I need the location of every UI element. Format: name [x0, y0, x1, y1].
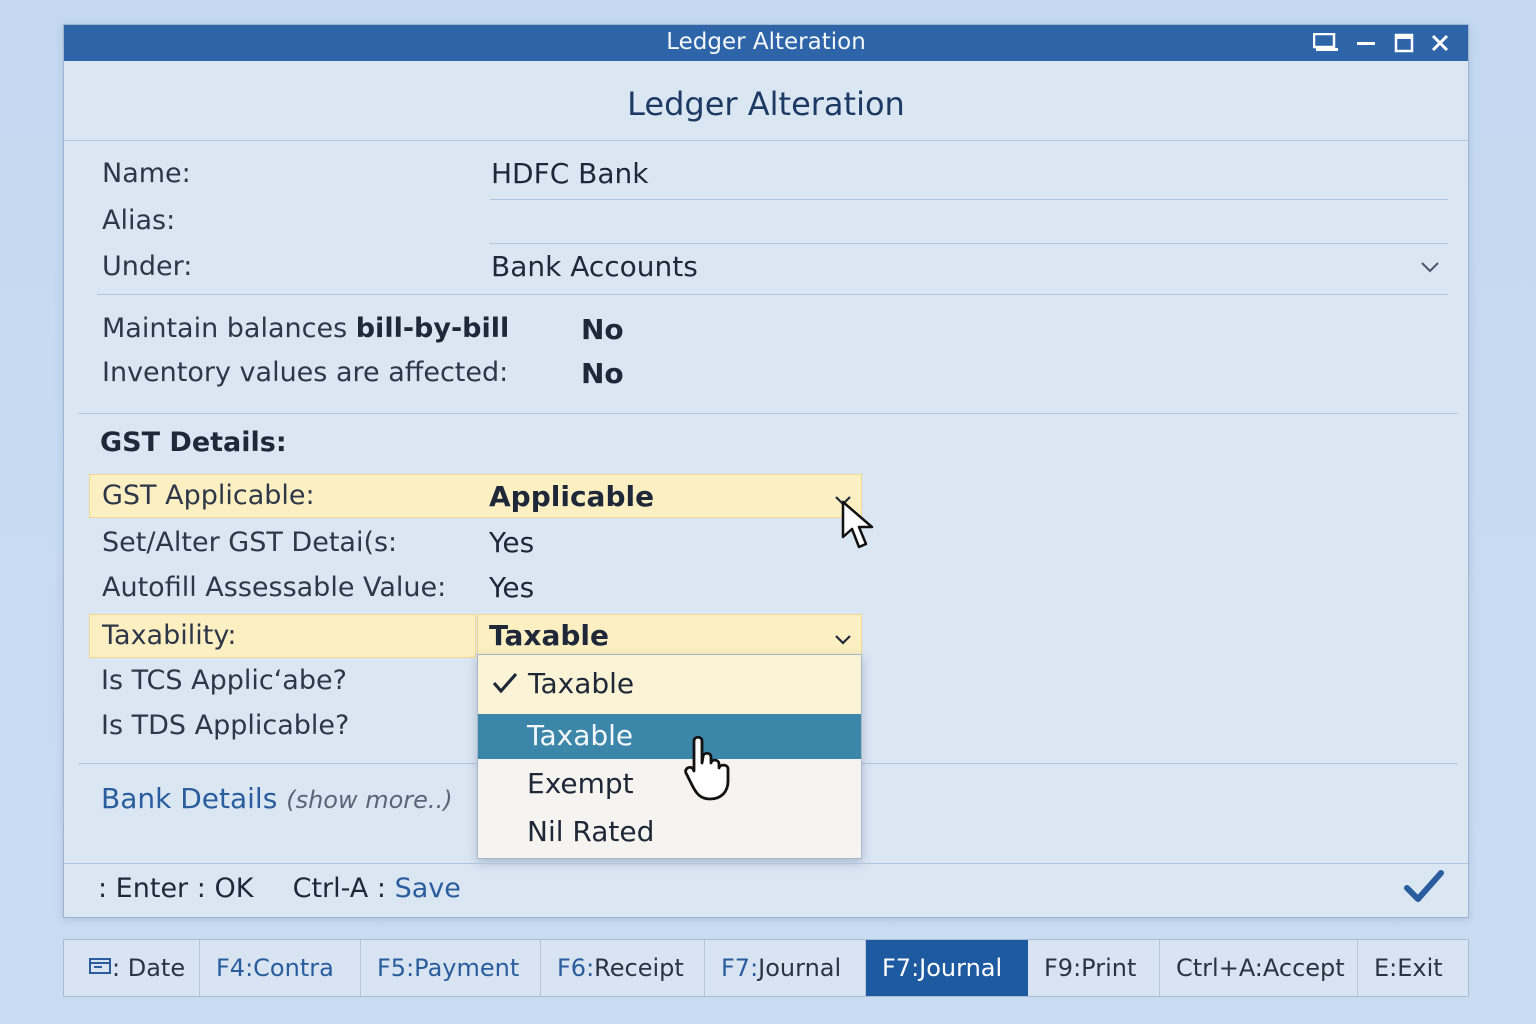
fkey-key: F4:: [216, 954, 254, 982]
checkmark-icon[interactable]: [1404, 870, 1444, 908]
fkey-key: F7:: [882, 954, 920, 982]
fkey-journal-active[interactable]: F7: Journal: [866, 940, 1028, 996]
save-button[interactable]: Save: [395, 873, 461, 904]
fkey-label: Journal: [758, 954, 842, 982]
close-icon[interactable]: [1422, 25, 1458, 61]
tcs-label: Is TCS Applic‘abe?: [101, 665, 347, 696]
fkey-label: Contra: [253, 954, 334, 982]
enter-key: : Enter: [98, 873, 189, 904]
show-more-link[interactable]: (show more..): [286, 786, 452, 814]
tds-label: Is TDS Applicable?: [101, 710, 350, 741]
alias-field[interactable]: [490, 243, 1448, 244]
footer-shortcuts: : Enter : OK Ctrl-A : Save: [98, 873, 461, 904]
taxability-dropdown: Taxable Taxable Exempt Nil Rated: [477, 654, 862, 859]
alias-label: Alias:: [102, 205, 176, 236]
fkey-label: Accept: [1262, 954, 1345, 982]
autofill-value[interactable]: Yes: [489, 571, 534, 604]
maintain-balances-label: Maintain balances bill-by-bill: [102, 313, 509, 344]
fkey-label: Payment: [414, 954, 520, 982]
fkey-key: E:: [1374, 954, 1398, 982]
fkey-exit[interactable]: E: Exit: [1358, 940, 1468, 996]
titlebar: Ledger Alteration: [64, 25, 1468, 61]
fkey-key: F6:: [557, 954, 595, 982]
restore-icon[interactable]: [1308, 25, 1344, 61]
ok-action[interactable]: OK: [214, 873, 253, 904]
option-label: Taxable: [527, 719, 634, 752]
page-title: Ledger Alteration: [64, 61, 1468, 141]
fkey-journal[interactable]: F7: Journal: [705, 940, 866, 996]
bank-details-label[interactable]: Bank Details: [101, 782, 277, 815]
save-key: Ctrl-A: [292, 873, 369, 904]
fkey-contra[interactable]: F4: Contra: [200, 940, 361, 996]
function-key-bar: : Date F4: Contra F5: Payment F6: Receip…: [63, 939, 1469, 997]
divider: [97, 294, 1448, 295]
under-select[interactable]: Bank Accounts: [491, 250, 698, 283]
maintain-balances-label-bold: bill-by-bill: [355, 313, 510, 344]
fkey-key: F5:: [377, 954, 415, 982]
maximize-icon[interactable]: [1386, 25, 1422, 61]
option-exempt[interactable]: Exempt: [478, 759, 861, 807]
taxability-label: Taxability:: [102, 620, 237, 651]
name-underline: [490, 199, 1448, 200]
calendar-icon: [88, 954, 112, 982]
fkey-receipt[interactable]: F6: Receipt: [541, 940, 705, 996]
ledger-alteration-window: Ledger Alteration Ledger Alteration Name…: [63, 24, 1469, 918]
option-taxable-checked[interactable]: Taxable: [478, 655, 861, 714]
fkey-accept[interactable]: Ctrl+A: Accept: [1160, 940, 1358, 996]
fkey-print[interactable]: F9: Print: [1028, 940, 1160, 996]
fkey-key: Ctrl+A:: [1176, 954, 1263, 982]
enter-sep: :: [196, 873, 206, 904]
maintain-balances-value[interactable]: No: [581, 313, 624, 346]
inventory-value[interactable]: No: [581, 357, 624, 390]
fkey-key: F9:: [1044, 954, 1082, 982]
hand-cursor-icon: [684, 733, 754, 807]
under-label: Under:: [102, 251, 193, 282]
minimize-icon[interactable]: [1348, 25, 1384, 61]
option-label: Nil Rated: [527, 815, 655, 848]
option-nil-rated[interactable]: Nil Rated: [478, 807, 861, 857]
arrow-cursor-icon: [840, 499, 886, 557]
save-sep: :: [376, 873, 386, 904]
gst-applicable-label: GST Applicable:: [102, 480, 315, 511]
maintain-balances-label-text: Maintain balances: [102, 313, 356, 344]
fkey-payment[interactable]: F5: Payment: [361, 940, 541, 996]
chevron-down-icon[interactable]: [834, 631, 852, 650]
set-alter-gst-value[interactable]: Yes: [489, 526, 534, 559]
window-title: Ledger Alteration: [666, 29, 866, 55]
checkmark-icon: [491, 669, 519, 702]
name-field[interactable]: HDFC Bank: [491, 157, 649, 190]
autofill-label: Autofill Assessable Value:: [102, 572, 447, 603]
gst-section-title: GST Details:: [100, 427, 287, 458]
bank-details-link[interactable]: Bank Details (show more..): [101, 782, 453, 815]
fkey-label: Journal: [919, 954, 1003, 982]
inventory-label: Inventory values are affected:: [102, 357, 509, 388]
chevron-down-icon[interactable]: [1420, 259, 1440, 278]
divider: [78, 413, 1458, 414]
option-label: Exempt: [527, 767, 634, 800]
gst-applicable-select[interactable]: Applicable: [489, 480, 654, 513]
taxability-value[interactable]: Taxable: [489, 619, 609, 652]
option-label: Taxable: [528, 667, 635, 700]
fkey-label: : Date: [112, 954, 186, 982]
set-alter-gst-label: Set/Alter GST Detai(s:: [102, 527, 398, 558]
fkey-label: Exit: [1397, 954, 1443, 982]
fkey-label: Print: [1081, 954, 1137, 982]
option-taxable-highlighted[interactable]: Taxable: [478, 714, 861, 759]
name-label: Name:: [102, 158, 191, 189]
fkey-label: Receipt: [594, 954, 684, 982]
footer-divider: [64, 863, 1468, 864]
fkey-key: F7:: [721, 954, 759, 982]
fkey-date[interactable]: : Date: [64, 940, 200, 996]
